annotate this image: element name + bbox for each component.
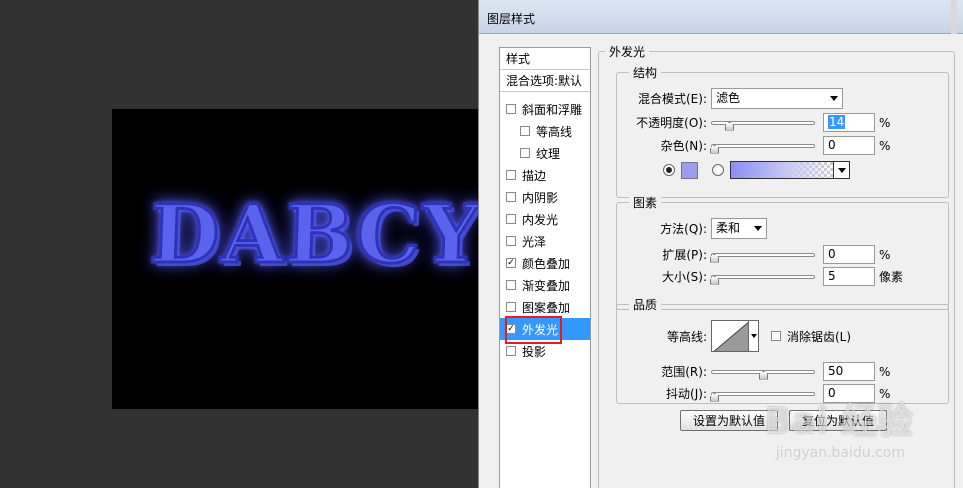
noise-label: 杂色(N): xyxy=(660,139,707,153)
contour-dropdown[interactable] xyxy=(749,320,759,352)
opacity-label: 不透明度(O): xyxy=(636,116,707,130)
make-default-button[interactable]: 设置为默认值 xyxy=(680,410,778,431)
spread-label: 扩展(P): xyxy=(662,248,707,262)
style-list-item[interactable]: 等高线 xyxy=(500,120,590,142)
style-enable-checkbox[interactable] xyxy=(520,148,530,158)
contour-picker[interactable] xyxy=(711,320,749,352)
style-enable-checkbox[interactable] xyxy=(506,302,516,312)
blend-mode-value: 滤色 xyxy=(716,91,741,105)
range-slider[interactable] xyxy=(711,366,815,380)
contour-curve-icon xyxy=(713,322,748,351)
style-enable-checkbox[interactable] xyxy=(506,104,516,114)
style-enable-checkbox[interactable]: ✓ xyxy=(506,258,516,268)
structure-group: 结构 混合模式(E): 滤色 不透明度(O): 14 % 杂色(N): 0 % xyxy=(616,64,949,198)
style-list-item-label: 纹理 xyxy=(536,146,561,161)
elements-group: 图素 方法(Q): 柔和 扩展(P): 0 % 大小(S): 5 像素 xyxy=(616,194,949,310)
style-list-item[interactable]: ✓ 颜色叠加 xyxy=(500,252,590,274)
antialias-label: 消除锯齿(L) xyxy=(787,329,852,344)
style-enable-checkbox[interactable] xyxy=(506,280,516,290)
style-list: 样式 混合选项:默认 斜面和浮雕等高线纹理描边内阴影内发光光泽 ✓ 颜色叠加渐变叠加… xyxy=(499,47,591,488)
style-list-item[interactable]: 描边 xyxy=(500,164,590,186)
style-list-item[interactable]: 内阴影 xyxy=(500,186,590,208)
spread-unit: % xyxy=(879,247,891,262)
size-label: 大小(S): xyxy=(661,270,707,284)
gradient-radio[interactable] xyxy=(712,164,724,176)
style-enable-checkbox[interactable] xyxy=(506,236,516,246)
style-list-item[interactable]: 光泽 xyxy=(500,230,590,252)
style-list-item[interactable]: 纹理 xyxy=(500,142,590,164)
glow-gradient-picker[interactable] xyxy=(730,161,850,179)
style-list-item-label: 渐变叠加 xyxy=(522,278,571,293)
opacity-input[interactable]: 14 xyxy=(823,113,875,132)
style-enable-checkbox[interactable] xyxy=(520,126,530,136)
style-list-item-label: 斜面和浮雕 xyxy=(522,102,583,117)
style-list-item[interactable]: 斜面和浮雕 xyxy=(500,98,590,120)
range-unit: % xyxy=(879,364,891,379)
style-list-item-label: 投影 xyxy=(522,344,547,359)
solid-color-radio[interactable] xyxy=(663,164,675,176)
dialog-title: 图层样式 xyxy=(487,12,536,26)
chevron-down-icon xyxy=(837,167,846,173)
styles-header[interactable]: 样式 xyxy=(500,48,590,70)
opacity-slider[interactable] xyxy=(711,117,815,131)
elements-title: 图素 xyxy=(629,194,662,211)
opacity-unit: % xyxy=(879,115,891,130)
chevron-down-icon xyxy=(750,334,757,338)
blend-mode-label: 混合模式(E): xyxy=(638,92,707,106)
outer-glow-panel-title: 外发光 xyxy=(605,43,650,60)
highlight-annotation xyxy=(505,316,562,344)
size-input[interactable]: 5 xyxy=(823,267,875,286)
antialias-checkbox[interactable] xyxy=(771,331,781,341)
technique-label: 方法(Q): xyxy=(660,222,707,236)
quality-group: 品质 等高线: 消除锯齿(L) 范围(R): 50 % 抖动(J): 0 % xyxy=(616,296,949,404)
style-list-item-label: 描边 xyxy=(522,168,547,183)
baidu-watermark-url: jingyan.baidu.com xyxy=(775,445,905,461)
chevron-down-icon xyxy=(830,96,838,101)
contour-label: 等高线: xyxy=(666,329,707,344)
style-enable-checkbox[interactable] xyxy=(506,192,516,202)
technique-select[interactable]: 柔和 xyxy=(711,218,767,239)
jitter-label: 抖动(J): xyxy=(666,387,707,401)
size-slider[interactable] xyxy=(710,271,815,285)
style-list-item-label: 内阴影 xyxy=(522,190,559,205)
dialog-titlebar[interactable]: 图层样式 xyxy=(479,0,963,34)
style-list-item-label: 内发光 xyxy=(522,212,559,227)
blend-mode-select[interactable]: 滤色 xyxy=(711,88,843,109)
noise-unit: % xyxy=(879,138,891,153)
style-list-item-label: 图案叠加 xyxy=(522,300,571,315)
size-unit: 像素 xyxy=(879,270,904,284)
document-canvas: DABCY xyxy=(112,109,482,409)
noise-input[interactable]: 0 xyxy=(823,136,875,155)
style-list-item-label: 光泽 xyxy=(522,234,547,249)
glow-text-art: DABCY xyxy=(147,186,482,283)
noise-slider[interactable] xyxy=(710,140,815,154)
baidu-watermark-logo: Bai 经验 xyxy=(764,401,913,442)
style-list-item[interactable]: 渐变叠加 xyxy=(500,274,590,296)
style-list-item-label: 颜色叠加 xyxy=(522,256,571,271)
technique-value: 柔和 xyxy=(716,221,741,235)
chevron-down-icon xyxy=(754,226,762,231)
style-list-item[interactable]: 图案叠加 xyxy=(500,296,590,318)
structure-title: 结构 xyxy=(629,64,662,81)
style-enable-checkbox[interactable] xyxy=(506,346,516,356)
glow-color-swatch[interactable] xyxy=(681,161,698,179)
spread-input[interactable]: 0 xyxy=(823,245,875,264)
style-enable-checkbox[interactable] xyxy=(506,170,516,180)
range-label: 范围(R): xyxy=(661,365,707,379)
style-list-item[interactable]: 内发光 xyxy=(500,208,590,230)
spread-slider[interactable] xyxy=(710,249,815,263)
style-list-item-label: 等高线 xyxy=(536,124,573,139)
range-input[interactable]: 50 xyxy=(823,362,875,381)
quality-title: 品质 xyxy=(629,296,662,313)
blending-options-item[interactable]: 混合选项:默认 xyxy=(500,70,590,92)
style-enable-checkbox[interactable] xyxy=(506,214,516,224)
